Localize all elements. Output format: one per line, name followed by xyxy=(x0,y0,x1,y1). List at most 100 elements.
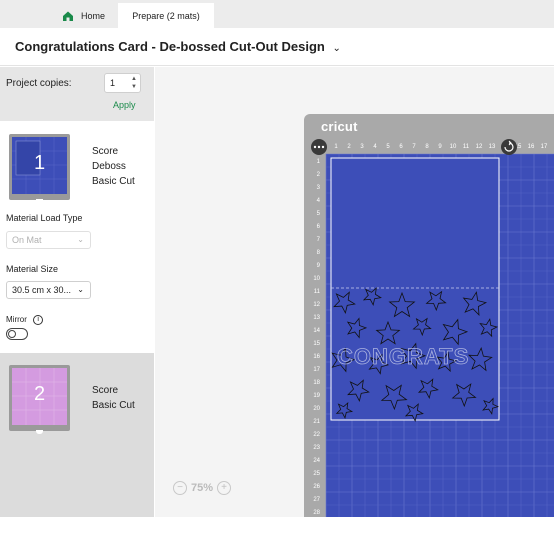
mirror-label-row: Mirror i xyxy=(6,315,44,325)
mat-surface: 1234567891011121314151617 12345678910111… xyxy=(311,139,554,517)
project-copies-label: Project copies: xyxy=(6,78,72,89)
material-load-type-value: On Mat xyxy=(12,235,42,245)
card-design[interactable] xyxy=(330,157,500,421)
tab-prepare[interactable]: Prepare (2 mats) xyxy=(118,3,214,28)
ruler-tick-label: 9 xyxy=(438,144,442,150)
ruler-tick-label: 24 xyxy=(313,458,320,464)
tab-prepare-label: Prepare (2 mats) xyxy=(132,10,200,21)
ruler-tick-label: 14 xyxy=(313,328,320,334)
more-options-handle[interactable] xyxy=(311,139,327,155)
cricut-logo: cricut xyxy=(321,119,358,134)
ruler-tick-label: 28 xyxy=(313,510,320,516)
ruler-tick-label: 7 xyxy=(412,144,416,150)
mirror-label: Mirror xyxy=(6,315,27,325)
cutting-mat: 1234567891011121314151617 12345678910111… xyxy=(304,114,554,517)
copies-stepper[interactable]: ▲ ▼ xyxy=(131,75,137,91)
material-size-select[interactable]: 30.5 cm x 30... ⌄ xyxy=(6,281,91,299)
stepper-up-icon[interactable]: ▲ xyxy=(131,75,137,83)
mat-thumbnail-1-tab xyxy=(36,199,43,203)
ruler-tick-label: 17 xyxy=(313,367,320,373)
mat-2-operations: Score Basic Cut xyxy=(92,383,135,413)
mat-1-operation: Basic Cut xyxy=(92,176,135,187)
ruler-tick-label: 12 xyxy=(313,302,320,308)
ruler-tick-label: 5 xyxy=(386,144,390,150)
mirror-toggle[interactable] xyxy=(6,328,28,340)
mat-number-1: 1 xyxy=(33,152,46,174)
mat-thumbnail-2-tab xyxy=(36,430,43,434)
project-copies-panel: Project copies: 1 ▲ ▼ Apply xyxy=(0,67,154,121)
ruler-tick-label: 3 xyxy=(360,144,364,150)
ruler-tick-label: 16 xyxy=(528,144,535,150)
ruler-tick-label: 22 xyxy=(313,432,320,438)
ruler-tick-label: 7 xyxy=(317,237,321,243)
ruler-tick-label: 1 xyxy=(317,159,321,165)
mat-1-operation: Score xyxy=(92,146,119,157)
zoom-in-icon[interactable]: + xyxy=(217,481,232,495)
ruler-tick-label: 18 xyxy=(313,380,320,386)
rotate-handle[interactable] xyxy=(501,139,517,155)
ruler-tick-label: 11 xyxy=(463,144,470,150)
ruler-tick-label: 2 xyxy=(317,172,321,178)
ruler-tick-label: 16 xyxy=(313,354,320,360)
mat-sidebar: Project copies: 1 ▲ ▼ Apply 1 Score Debo… xyxy=(0,67,154,517)
mat-2-operation: Basic Cut xyxy=(92,400,135,411)
ruler-tick-label: 12 xyxy=(476,144,483,150)
zoom-controls: − 75% + xyxy=(173,481,232,495)
home-icon xyxy=(63,11,73,21)
material-load-type-label: Material Load Type xyxy=(6,213,83,223)
mat-1-operation: Deboss xyxy=(92,161,126,172)
tab-home[interactable]: Home xyxy=(62,3,118,28)
tab-home-label: Home xyxy=(81,10,106,21)
ruler-tick-label: 11 xyxy=(314,289,321,295)
ruler-tick-label: 8 xyxy=(317,250,321,256)
mat-canvas[interactable]: 1234567891011121314151617 12345678910111… xyxy=(155,67,554,517)
material-size-value: 30.5 cm x 30... xyxy=(12,285,72,295)
ruler-tick-label: 27 xyxy=(313,497,320,503)
ruler-tick-label: 9 xyxy=(317,263,321,269)
ruler-tick-label: 4 xyxy=(317,198,321,204)
ruler-tick-label: 1 xyxy=(334,144,338,150)
chevron-down-icon: ⌄ xyxy=(332,43,341,54)
ruler-tick-label: 13 xyxy=(313,315,320,321)
chevron-down-icon: ⌄ xyxy=(77,235,84,244)
info-icon[interactable]: i xyxy=(33,315,44,325)
project-copies-value: 1 xyxy=(110,78,116,88)
stepper-down-icon[interactable]: ▼ xyxy=(131,83,137,91)
ruler-tick-label: 20 xyxy=(313,406,320,412)
mat-thumbnail-2[interactable]: 2 xyxy=(9,365,70,434)
mat-number-2: 2 xyxy=(33,383,46,405)
mirror-toggle-knob xyxy=(8,330,16,338)
zoom-level: 75% xyxy=(191,482,214,494)
mat-2-operation: Score xyxy=(92,385,119,396)
ruler-tick-label: 3 xyxy=(317,185,321,191)
material-load-type-select: On Mat ⌄ xyxy=(6,231,91,249)
ruler-tick-label: 21 xyxy=(313,419,320,425)
bottom-bar xyxy=(0,517,554,554)
ruler-tick-label: 8 xyxy=(425,144,429,150)
chevron-down-icon: ⌄ xyxy=(77,285,84,294)
mat-thumbnail-1[interactable]: 1 xyxy=(9,134,70,203)
zoom-out-icon[interactable]: − xyxy=(173,481,187,495)
ruler-tick-label: 15 xyxy=(313,341,320,347)
ruler-tick-label: 5 xyxy=(317,211,321,217)
ruler-tick-label: 10 xyxy=(450,144,457,150)
project-title-text: Congratulations Card - De-bossed Cut-Out… xyxy=(15,39,325,54)
project-copies-input[interactable]: 1 ▲ ▼ xyxy=(104,73,141,93)
ruler-tick-label: 17 xyxy=(541,144,548,150)
ruler-tick-label: 26 xyxy=(313,484,320,490)
title-bar: Congratulations Card - De-bossed Cut-Out… xyxy=(0,28,554,66)
ruler-tick-label: 13 xyxy=(489,144,496,150)
ruler-tick-label: 23 xyxy=(313,445,320,451)
apply-button[interactable]: Apply xyxy=(113,100,136,110)
ruler-tick-label: 6 xyxy=(317,224,321,230)
left-ruler: 1234567891011121314151617181920212223242… xyxy=(313,159,320,516)
mat-1-operations: Score Deboss Basic Cut xyxy=(92,144,135,189)
mat-card-2[interactable]: 2 Score Basic Cut xyxy=(0,353,154,517)
ruler-tick-label: 4 xyxy=(373,144,377,150)
ruler-tick-label: 6 xyxy=(399,144,403,150)
ruler-tick-label: 19 xyxy=(313,393,320,399)
project-title[interactable]: Congratulations Card - De-bossed Cut-Out… xyxy=(15,39,341,54)
debossed-text: CONGRATS xyxy=(337,344,469,369)
ruler-tick-label: 2 xyxy=(347,144,351,150)
material-size-label: Material Size xyxy=(6,264,59,274)
